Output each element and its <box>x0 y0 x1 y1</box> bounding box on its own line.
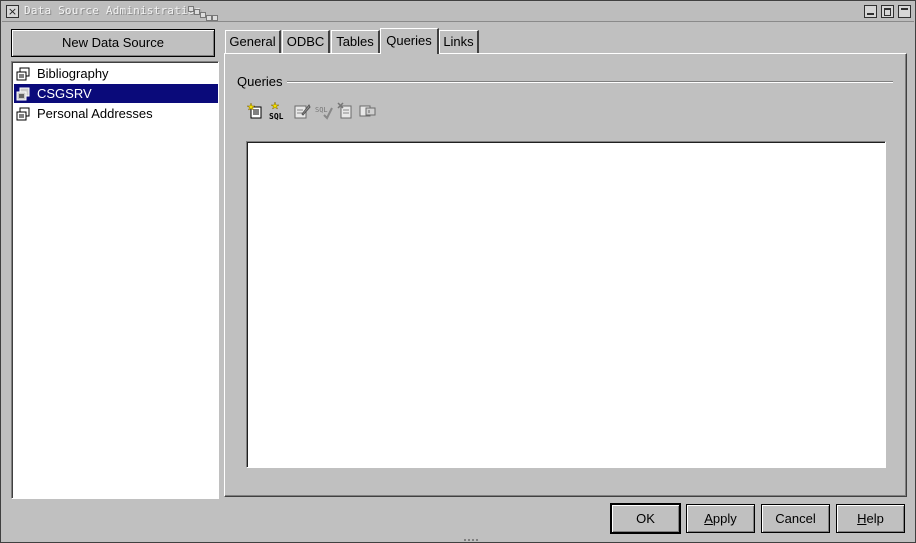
title-bar[interactable]: × Data Source Administration <box>2 2 914 22</box>
svg-text:SQL: SQL <box>315 106 328 114</box>
data-source-label: CSGSRV <box>37 86 92 101</box>
data-source-item-bibliography[interactable]: Bibliography <box>14 64 218 83</box>
apply-label: pply <box>712 511 737 526</box>
rename-query-icon[interactable] <box>359 102 377 120</box>
data-source-item-personal-addresses[interactable]: Personal Addresses <box>14 104 218 123</box>
minimize-icon[interactable] <box>864 5 877 18</box>
tab-queries[interactable]: Queries <box>380 28 439 54</box>
close-icon[interactable]: × <box>6 5 19 18</box>
database-icon <box>16 107 30 121</box>
help-hotkey: H <box>857 511 867 526</box>
group-separator <box>287 81 893 83</box>
new-sql-query-icon[interactable]: SQL <box>269 102 289 120</box>
help-label: elp <box>866 511 884 526</box>
database-icon <box>16 87 30 101</box>
tab-general[interactable]: General <box>225 30 281 53</box>
sql-check-icon[interactable]: SQL <box>315 102 333 120</box>
ok-button[interactable]: OK <box>610 503 681 534</box>
shade-icon[interactable] <box>898 5 911 18</box>
apply-button[interactable]: Apply <box>686 504 755 533</box>
queries-tab-panel: Queries SQL SQL <box>224 53 907 497</box>
help-button[interactable]: Help <box>836 504 905 533</box>
new-data-source-button[interactable]: New Data Source <box>11 29 215 57</box>
cancel-button[interactable]: Cancel <box>761 504 830 533</box>
sql-label: SQL <box>269 112 284 120</box>
title-grip-icon <box>188 6 228 21</box>
delete-query-icon[interactable] <box>337 102 355 120</box>
data-source-list[interactable]: Bibliography CSGSRV Personal Addresses <box>11 61 219 499</box>
queries-list[interactable] <box>246 141 886 468</box>
apply-hotkey: A <box>704 511 713 526</box>
tab-links[interactable]: Links <box>439 30 479 53</box>
new-query-icon[interactable] <box>247 102 265 120</box>
edit-query-icon[interactable] <box>293 102 311 120</box>
resize-grip-icon[interactable] <box>463 539 483 543</box>
maximize-icon[interactable] <box>881 5 894 18</box>
data-source-administration-dialog: × Data Source Administration New Data So… <box>0 0 916 543</box>
tab-odbc[interactable]: ODBC <box>282 30 330 53</box>
window-title: Data Source Administration <box>24 4 202 17</box>
tab-tables[interactable]: Tables <box>331 30 380 53</box>
database-icon <box>16 67 30 81</box>
data-source-label: Personal Addresses <box>37 106 153 121</box>
data-source-label: Bibliography <box>37 66 109 81</box>
data-source-item-csgsrv[interactable]: CSGSRV <box>14 84 218 103</box>
queries-group-label: Queries <box>237 74 286 89</box>
